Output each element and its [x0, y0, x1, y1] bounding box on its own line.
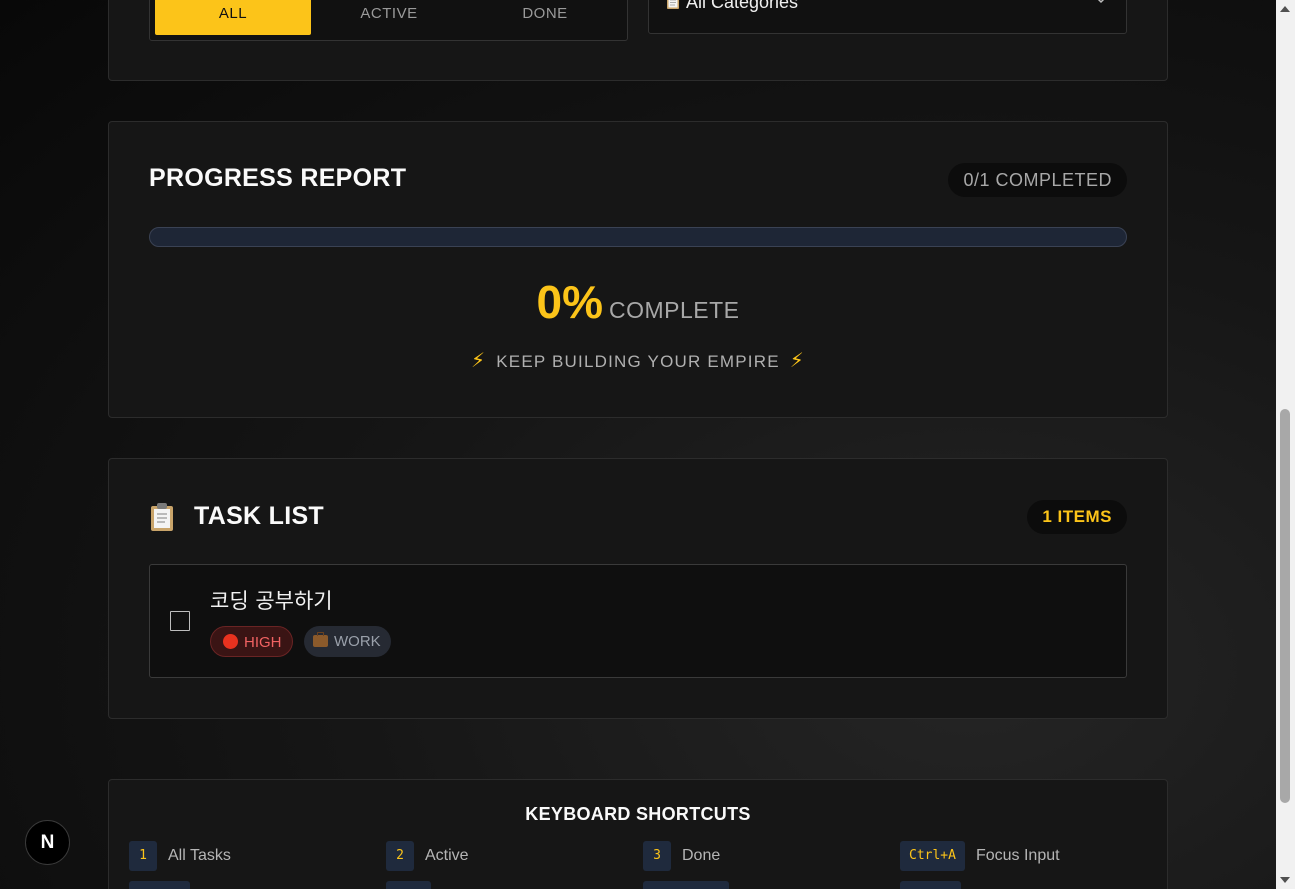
red-circle-icon — [223, 634, 238, 649]
progress-title: PROGRESS REPORT — [149, 164, 407, 192]
shortcut-item: 2 Active — [386, 841, 469, 871]
shortcut-item: 3 Done — [643, 841, 720, 871]
scrollbar[interactable] — [1276, 0, 1295, 889]
briefcase-icon — [313, 632, 328, 647]
lightning-icon: ⚡ — [789, 350, 805, 372]
chevron-down-icon — [1097, 0, 1105, 4]
category-select-value: All Categories — [666, 0, 799, 12]
page: ALL ACTIVE DONE All Categories PROGRESS — [0, 0, 1276, 889]
filter-card: ALL ACTIVE DONE All Categories — [108, 0, 1168, 81]
scroll-up-icon[interactable] — [1280, 6, 1290, 12]
shortcut-key-partial — [386, 881, 431, 889]
category-select-label: All Categories — [686, 0, 799, 12]
shortcut-label: Done — [682, 847, 721, 864]
task-checkbox[interactable] — [170, 611, 190, 631]
completed-badge: 0/1 COMPLETED — [948, 163, 1127, 197]
shortcut-key: 2 — [386, 841, 414, 871]
items-count-badge: 1 ITEMS — [1027, 500, 1127, 534]
task-list-card: TASK LIST 1 ITEMS 코딩 공부하기 HIGH WORK — [108, 458, 1168, 719]
lightning-icon: ⚡ — [471, 350, 487, 372]
shortcut-label: Focus Input — [975, 847, 1060, 864]
shortcuts-card: KEYBOARD SHORTCUTS 1 All Tasks 2 Active 3D… — [108, 779, 1168, 889]
filter-done-button[interactable]: DONE — [467, 0, 623, 35]
priority-label: HIGH — [244, 634, 282, 651]
scrollbar-thumb[interactable] — [1280, 409, 1290, 803]
shortcuts-title: KEYBOARD SHORTCUTS — [525, 804, 751, 824]
shortcut-key-partial — [643, 881, 729, 889]
scroll-down-icon[interactable] — [1280, 877, 1290, 883]
shortcut-key: 3 — [643, 841, 671, 871]
filter-active-button[interactable]: ACTIVE — [311, 0, 467, 35]
shortcut-key: 1 — [129, 841, 157, 871]
percent-value: 0% — [536, 276, 603, 328]
category-label: WORK — [334, 633, 381, 650]
progress-bar — [149, 227, 1127, 247]
task-item: 코딩 공부하기 HIGH WORK — [149, 564, 1127, 678]
shortcut-key-partial — [129, 881, 190, 889]
task-list-title: TASK LIST — [194, 502, 325, 530]
shortcut-key-partial — [900, 881, 961, 889]
next-dev-indicator-button[interactable]: N — [25, 820, 70, 865]
filter-all-button[interactable]: ALL — [155, 0, 311, 35]
shortcut-item: 1 All Tasks — [129, 841, 231, 871]
clipboard-icon — [151, 503, 173, 531]
shortcut-label: All Tasks — [168, 847, 231, 864]
clipboard-icon — [667, 0, 679, 9]
motto-text: KEEP BUILDING YOUR EMPIRE — [496, 352, 780, 371]
category-select[interactable]: All Categories — [648, 0, 1127, 34]
shortcut-key: Ctrl+A — [900, 841, 965, 871]
status-filter: ALL ACTIVE DONE — [149, 0, 628, 41]
task-title[interactable]: 코딩 공부하기 — [210, 585, 333, 615]
progress-card: PROGRESS REPORT 0/1 COMPLETED 0% COMPLETE… — [108, 121, 1168, 418]
category-tag: WORK — [304, 626, 391, 657]
shortcut-item: Ctrl+A Focus Input — [900, 841, 1060, 871]
motto: ⚡ KEEP BUILDING YOUR EMPIRE ⚡ — [109, 348, 1167, 373]
percent-label: COMPLETE — [608, 297, 740, 323]
percent-display: 0% COMPLETE — [109, 275, 1167, 329]
priority-tag: HIGH — [210, 626, 293, 657]
shortcut-label: Active — [425, 847, 469, 864]
